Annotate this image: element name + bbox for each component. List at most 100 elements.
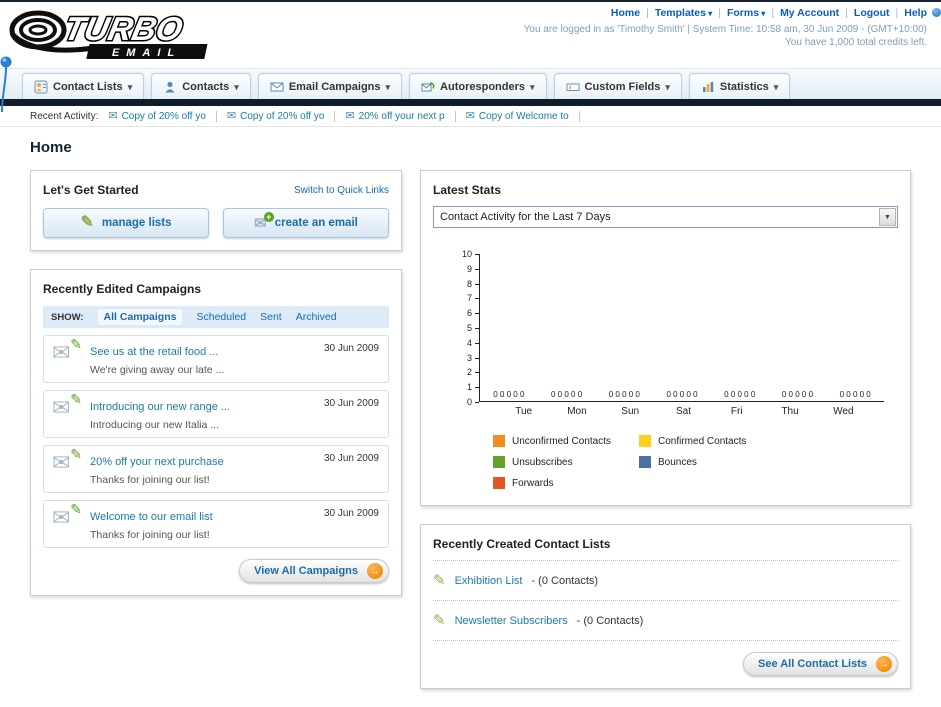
top-nav-home[interactable]: Home <box>611 7 640 19</box>
recent-activity-item[interactable]: ✉ Copy of 20% off yo <box>227 110 336 122</box>
pencil-icon: ✎ <box>433 612 446 629</box>
nav-tab-label: Autoresponders <box>440 80 526 93</box>
chart-y-axis: 10 9 8 7 6 5 4 3 2 1 0 <box>451 249 479 407</box>
blue-dot-decoration <box>932 8 941 17</box>
nav-tab-label: Contact Lists <box>53 80 123 93</box>
filter-scheduled[interactable]: Scheduled <box>196 311 246 323</box>
stats-period-select[interactable]: Contact Activity for the Last 7 Days <box>433 206 898 228</box>
legend-item: Bounces <box>639 456 785 468</box>
chart-x-label: Wed <box>833 406 854 417</box>
nav-tab-contacts[interactable]: Contacts <box>151 73 251 99</box>
view-all-campaigns-button[interactable]: View All Campaigns → <box>239 559 389 583</box>
dotted-divider <box>433 560 898 561</box>
recent-activity-item[interactable]: ✉ Copy of Welcome to <box>466 110 580 122</box>
arrow-right-icon: → <box>367 563 383 579</box>
login-info: You are logged in as 'Timothy Smith' | S… <box>523 24 927 35</box>
contact-list-link[interactable]: Exhibition List <box>455 575 523 587</box>
campaign-row[interactable]: ✉ ✎ 20% off your next purchase Thanks for… <box>43 445 389 493</box>
dotted-divider <box>433 640 898 641</box>
campaign-row[interactable]: ✉ ✎ See us at the retail food ... We're g… <box>43 335 389 383</box>
campaigns-panel-title: Recently Edited Campaigns <box>43 282 202 296</box>
get-started-panel: Let's Get Started Switch to Quick Links … <box>30 170 402 251</box>
campaign-subtitle: We're giving away our late ... <box>90 364 225 376</box>
legend-swatch <box>493 477 505 489</box>
campaign-title-link[interactable]: See us at the retail food ... <box>90 346 218 358</box>
page-title: Home <box>30 139 72 156</box>
chevron-down-icon <box>530 81 535 93</box>
create-email-label: create an email <box>274 217 358 229</box>
contact-lists-icon <box>34 80 48 93</box>
autoresponders-icon <box>421 81 435 91</box>
email-icon: ✉ <box>345 109 355 122</box>
dotted-divider <box>433 600 898 601</box>
chart-values-group: 0 0 0 0 0 <box>551 390 583 399</box>
stats-period-value: Contact Activity for the Last 7 Days <box>440 211 611 223</box>
see-all-contact-lists-button[interactable]: See All Contact Lists → <box>742 652 898 676</box>
nav-tab-autoresponders[interactable]: Autoresponders <box>409 73 547 99</box>
top-nav-templates[interactable]: Templates <box>640 7 712 19</box>
chart-values-group: 0 0 0 0 0 <box>724 390 756 399</box>
chart-x-label: Mon <box>567 406 587 417</box>
chart-plot-area: 0 0 0 0 0 0 0 0 0 0 0 0 0 0 0 0 0 0 0 0 0 0 … <box>479 254 884 402</box>
recent-activity-text: 20% off your next p <box>358 110 445 122</box>
recent-activity-item[interactable]: ✉ 20% off your next p <box>345 109 456 122</box>
nav-tab-label: Contacts <box>182 80 230 93</box>
chart-x-label: Sat <box>675 406 691 417</box>
chevron-down-icon <box>386 81 391 93</box>
contact-list-link[interactable]: Newsletter Subscribers <box>455 615 568 627</box>
top-nav-my-account[interactable]: My Account <box>765 7 839 19</box>
top-nav-logout[interactable]: Logout <box>839 7 889 19</box>
filter-sent[interactable]: Sent <box>260 311 282 323</box>
chart-legend: Unconfirmed Contacts Confirmed Contacts Un… <box>493 435 884 489</box>
campaign-envelope-pencil-icon: ✉ ✎ <box>52 336 82 365</box>
recently-created-contact-lists-panel: Recently Created Contact Lists ✎ Exhibit… <box>420 524 911 689</box>
campaign-row[interactable]: ✉ ✎ Welcome to our email list Thanks for … <box>43 500 389 548</box>
view-all-campaigns-label: View All Campaigns <box>254 565 358 577</box>
legend-label: Confirmed Contacts <box>658 435 747 447</box>
chevron-down-icon <box>665 81 670 93</box>
legend-label: Forwards <box>512 477 554 489</box>
logo-graphic: TURBO EMAIL <box>9 10 208 59</box>
top-nav-help[interactable]: Help <box>890 7 928 19</box>
campaign-title-link[interactable]: Introducing our new range ... <box>90 401 230 413</box>
contact-list-item[interactable]: ✎ Exhibition List - (0 Contacts) <box>433 570 898 591</box>
filter-all-campaigns[interactable]: All Campaigns <box>97 309 183 325</box>
nav-tab-email-campaigns[interactable]: Email Campaigns <box>257 73 403 99</box>
app-logo: TURBO EMAIL <box>4 4 254 71</box>
credits-info: You have 1,000 total credits left. <box>785 37 927 48</box>
campaign-date: 30 Jun 2009 <box>323 343 379 354</box>
campaign-title-link[interactable]: Welcome to our email list <box>90 511 213 523</box>
manage-lists-button[interactable]: ✎ manage lists <box>43 208 209 238</box>
dropdown-arrow-icon <box>879 208 896 226</box>
switch-quick-links-link[interactable]: Switch to Quick Links <box>294 185 389 196</box>
chart-values-group: 0 0 0 0 0 <box>839 390 871 399</box>
top-nav-forms[interactable]: Forms <box>712 7 765 19</box>
pencil-icon: ✎ <box>433 572 446 589</box>
legend-swatch <box>639 456 651 468</box>
latest-stats-title: Latest Stats <box>433 183 502 197</box>
campaign-row[interactable]: ✉ ✎ Introducing our new range ... Introdu… <box>43 390 389 438</box>
recent-activity-text: Copy of 20% off yo <box>240 110 325 122</box>
legend-item: Forwards <box>493 477 639 489</box>
recent-activity-label: Recent Activity: <box>30 110 99 122</box>
envelope-plus-icon: ✉ + <box>254 211 274 231</box>
contact-list-item[interactable]: ✎ Newsletter Subscribers - (0 Contacts) <box>433 610 898 631</box>
campaign-title-link[interactable]: 20% off your next purchase <box>90 456 224 468</box>
nav-tab-custom-fields[interactable]: Custom Fields <box>553 73 682 99</box>
filter-archived[interactable]: Archived <box>296 311 337 323</box>
nav-tab-statistics[interactable]: Statistics <box>688 73 791 99</box>
contact-list-count: - (0 Contacts) <box>576 614 644 627</box>
nav-tab-contact-lists[interactable]: Contact Lists <box>22 73 145 99</box>
email-icon: ✉ <box>108 109 118 122</box>
recent-activity-text: Copy of 20% off yo <box>121 110 206 122</box>
latest-stats-panel: Latest Stats Contact Activity for the La… <box>420 170 911 506</box>
chart-values-group: 0 0 0 0 0 <box>666 390 698 399</box>
campaign-envelope-pencil-icon: ✉ ✎ <box>52 446 82 475</box>
contact-lists-panel-title: Recently Created Contact Lists <box>433 537 611 551</box>
chart-values-group: 0 0 0 0 0 <box>781 390 814 399</box>
recent-activity-item[interactable]: ✉ Copy of 20% off yo <box>108 109 217 122</box>
contacts-icon <box>165 81 175 92</box>
header: TURBO EMAIL HomeTemplatesFormsMy Account… <box>0 2 941 113</box>
campaign-envelope-pencil-icon: ✉ ✎ <box>52 501 82 530</box>
create-email-button[interactable]: ✉ + create an email <box>223 208 389 238</box>
